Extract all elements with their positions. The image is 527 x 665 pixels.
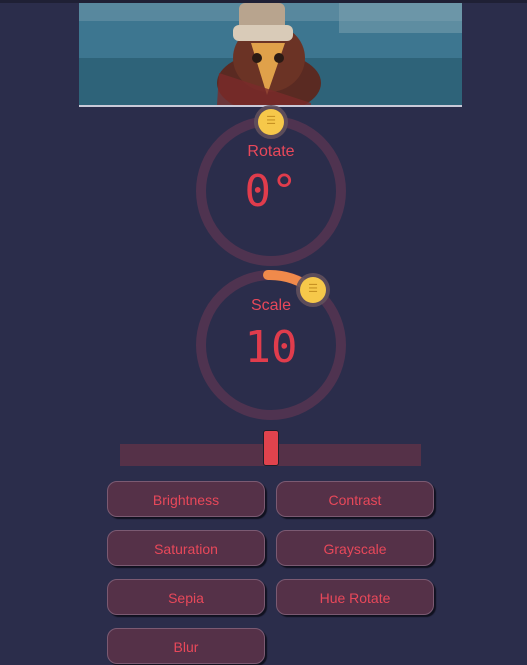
menu-lines-icon: ☰ [266, 115, 276, 127]
sepia-button[interactable]: Sepia [107, 579, 265, 615]
rotate-value: 0° [244, 166, 298, 217]
scale-dial-handle[interactable]: ☰ [300, 277, 326, 303]
rotate-dial-handle[interactable]: ☰ [258, 109, 284, 135]
saturation-button[interactable]: Saturation [107, 530, 265, 566]
rotate-label: Rotate [247, 143, 295, 160]
blur-button[interactable]: Blur [107, 628, 265, 664]
scale-label: Scale [250, 297, 292, 314]
grayscale-button[interactable]: Grayscale [276, 530, 434, 566]
hue-rotate-button[interactable]: Hue Rotate [276, 579, 434, 615]
scale-dial[interactable]: Scale 10 ☰ [196, 270, 346, 420]
photo-preview [79, 3, 462, 107]
rotate-dial[interactable]: Rotate 0° ☰ [196, 109, 346, 266]
brightness-button[interactable]: Brightness [107, 481, 265, 517]
scale-value: 10 [244, 322, 298, 373]
slider-thumb[interactable] [263, 430, 279, 466]
menu-lines-icon: ☰ [308, 283, 318, 295]
contrast-button[interactable]: Contrast [276, 481, 434, 517]
